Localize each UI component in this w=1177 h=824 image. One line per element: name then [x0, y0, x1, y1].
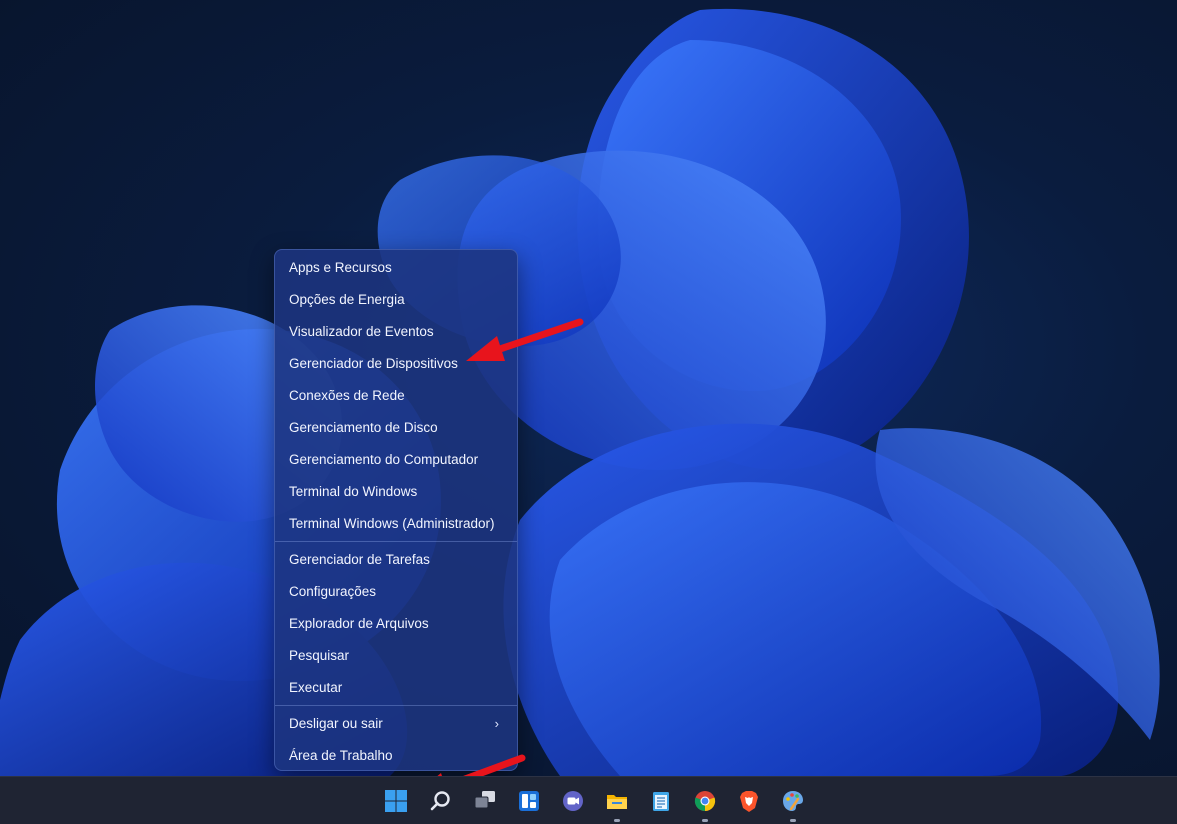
menu-item-executar[interactable]: Executar [275, 672, 517, 704]
menu-item-pesquisar[interactable]: Pesquisar [275, 640, 517, 672]
desktop-wallpaper [0, 0, 1177, 776]
task-view-icon[interactable] [471, 787, 499, 815]
chrome-icon[interactable] [691, 787, 719, 822]
widgets-icon[interactable] [515, 787, 543, 815]
menu-item-conexoes-rede[interactable]: Conexões de Rede [275, 380, 517, 412]
start-windows-icon[interactable] [382, 787, 410, 815]
running-indicator [702, 819, 708, 822]
winx-context-menu: Apps e Recursos Opções de Energia Visual… [274, 249, 518, 771]
paint-icon[interactable] [779, 787, 807, 822]
menu-item-explorador-arquivos[interactable]: Explorador de Arquivos [275, 608, 517, 640]
menu-item-configuracoes[interactable]: Configurações [275, 576, 517, 608]
running-indicator [790, 819, 796, 822]
menu-separator [275, 705, 517, 706]
menu-item-visualizador-eventos[interactable]: Visualizador de Eventos [275, 316, 517, 348]
menu-item-gerenciamento-computador[interactable]: Gerenciamento do Computador [275, 444, 517, 476]
running-indicator [614, 819, 620, 822]
menu-item-opcoes-energia[interactable]: Opções de Energia [275, 284, 517, 316]
menu-item-terminal-windows[interactable]: Terminal do Windows [275, 476, 517, 508]
menu-item-gerenciador-tarefas[interactable]: Gerenciador de Tarefas [275, 544, 517, 576]
menu-item-apps-recursos[interactable]: Apps e Recursos [275, 252, 517, 284]
menu-item-terminal-admin[interactable]: Terminal Windows (Administrador) [275, 508, 517, 540]
teams-chat-icon[interactable] [559, 787, 587, 815]
menu-item-gerenciador-dispositivos[interactable]: Gerenciador de Dispositivos [275, 348, 517, 380]
chevron-right-icon: › [494, 716, 499, 731]
taskbar [0, 776, 1177, 824]
menu-item-desligar-sair[interactable]: Desligar ou sair › [275, 708, 517, 740]
brave-icon[interactable] [735, 787, 763, 815]
bloom-wallpaper [0, 8, 1160, 776]
menu-item-area-trabalho[interactable]: Área de Trabalho [275, 740, 517, 772]
notepad-icon[interactable] [647, 787, 675, 815]
search-icon[interactable] [427, 787, 455, 815]
menu-item-gerenciamento-disco[interactable]: Gerenciamento de Disco [275, 412, 517, 444]
menu-item-label: Desligar ou sair [289, 716, 383, 731]
file-explorer-icon[interactable] [603, 787, 631, 822]
menu-separator [275, 541, 517, 542]
